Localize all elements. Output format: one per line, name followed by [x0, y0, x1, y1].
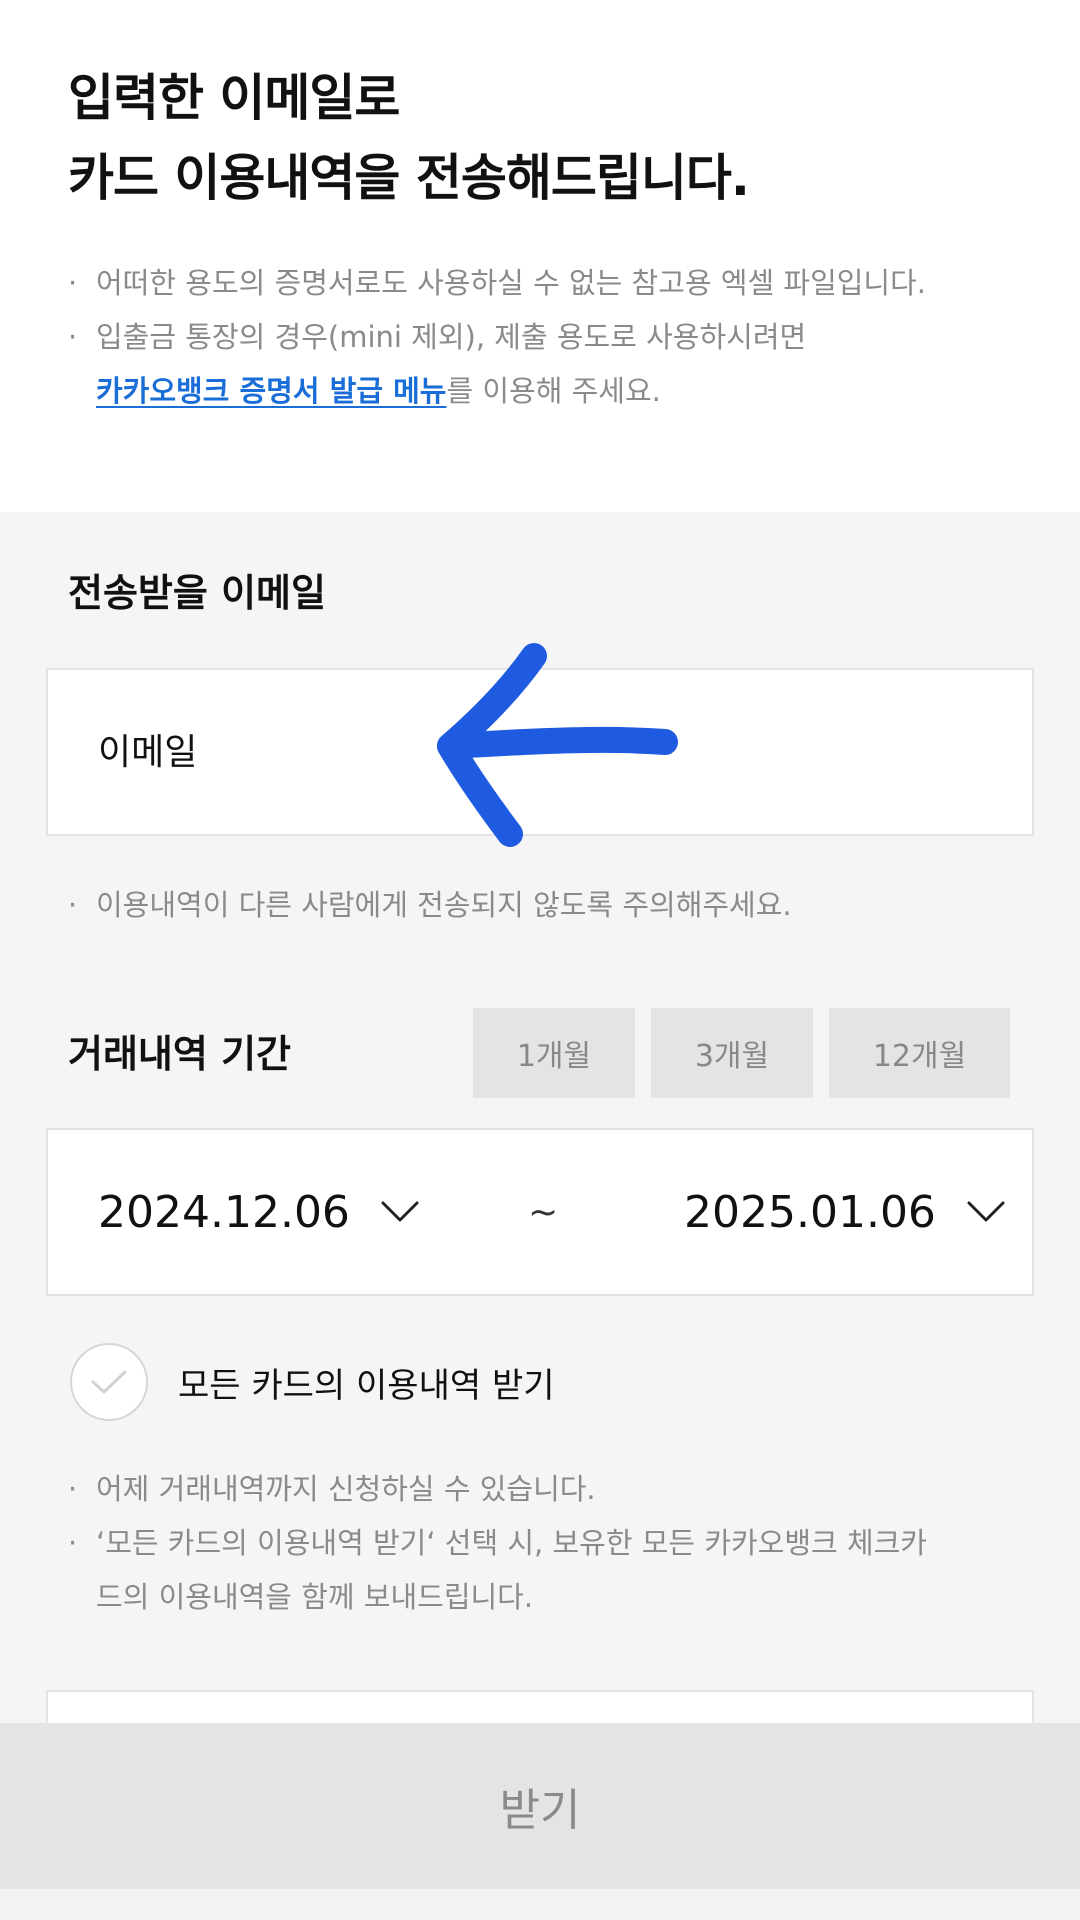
email-input[interactable] — [98, 670, 978, 834]
note-item: 어떠한 용도의 증명서로도 사용하실 수 없는 참고용 엑셀 파일입니다. — [68, 256, 926, 310]
period-3-months-button[interactable]: 3개월 — [651, 1008, 813, 1098]
email-field-container — [46, 668, 1034, 836]
chevron-down-icon — [381, 1201, 419, 1222]
start-date-value: 2024.12.06 — [98, 1186, 350, 1238]
start-date-select[interactable]: 2024.12.06 — [98, 1130, 420, 1294]
note-text: 입출금 통장의 경우(mini 제외), 제출 용도로 사용하시려면 — [96, 320, 807, 354]
date-range-box: 2024.12.06 ~ 2025.01.06 — [46, 1128, 1034, 1296]
bottom-strip — [0, 1889, 1080, 1920]
certificate-menu-link[interactable]: 카카오뱅크 증명서 발급 메뉴 — [96, 374, 446, 408]
end-date-value: 2025.01.06 — [684, 1186, 936, 1238]
note-text: 드의 이용내역을 함께 보내드립니다. — [96, 1580, 534, 1614]
period-12-months-button[interactable]: 12개월 — [829, 1008, 1010, 1098]
chevron-down-icon — [967, 1201, 1005, 1222]
submit-button[interactable]: 받기 — [0, 1723, 1080, 1889]
page-title: 입력한 이메일로 카드 이용내역을 전송해드립니다. — [68, 58, 750, 218]
all-cards-checkbox[interactable] — [70, 1343, 148, 1421]
email-warning-note: 이용내역이 다른 사람에게 전송되지 않도록 주의해주세요. — [68, 878, 792, 932]
all-cards-checkbox-row[interactable]: 모든 카드의 이용내역 받기 — [70, 1343, 555, 1421]
all-cards-label: 모든 카드의 이용내역 받기 — [178, 1365, 555, 1406]
period-1-month-button[interactable]: 1개월 — [473, 1008, 635, 1098]
date-range-separator: ~ — [528, 1191, 559, 1233]
note-item: ‘모든 카드의 이용내역 받기‘ 선택 시, 보유한 모든 카카오뱅크 체크카 … — [68, 1516, 927, 1624]
info-notes-top: 어떠한 용도의 증명서로도 사용하실 수 없는 참고용 엑셀 파일입니다. 입출… — [68, 256, 926, 418]
note-item: 이용내역이 다른 사람에게 전송되지 않도록 주의해주세요. — [68, 878, 792, 932]
note-item: 어제 거래내역까지 신청하실 수 있습니다. — [68, 1462, 927, 1516]
page-title-line1: 입력한 이메일로 — [68, 69, 400, 127]
period-section-label: 거래내역 기간 — [68, 1032, 291, 1076]
note-item: 입출금 통장의 경우(mini 제외), 제출 용도로 사용하시려면 카카오뱅크… — [68, 310, 926, 418]
note-text: ‘모든 카드의 이용내역 받기‘ 선택 시, 보유한 모든 카카오뱅크 체크카 — [96, 1526, 927, 1560]
info-notes-bottom: 어제 거래내역까지 신청하실 수 있습니다. ‘모든 카드의 이용내역 받기‘ … — [68, 1462, 927, 1624]
page-title-line2: 카드 이용내역을 전송해드립니다. — [68, 149, 750, 207]
checkmark-icon — [91, 1370, 127, 1394]
end-date-select[interactable]: 2025.01.06 — [684, 1130, 1006, 1294]
email-section-label: 전송받을 이메일 — [68, 571, 326, 615]
note-text: 를 이용해 주세요. — [446, 374, 661, 408]
